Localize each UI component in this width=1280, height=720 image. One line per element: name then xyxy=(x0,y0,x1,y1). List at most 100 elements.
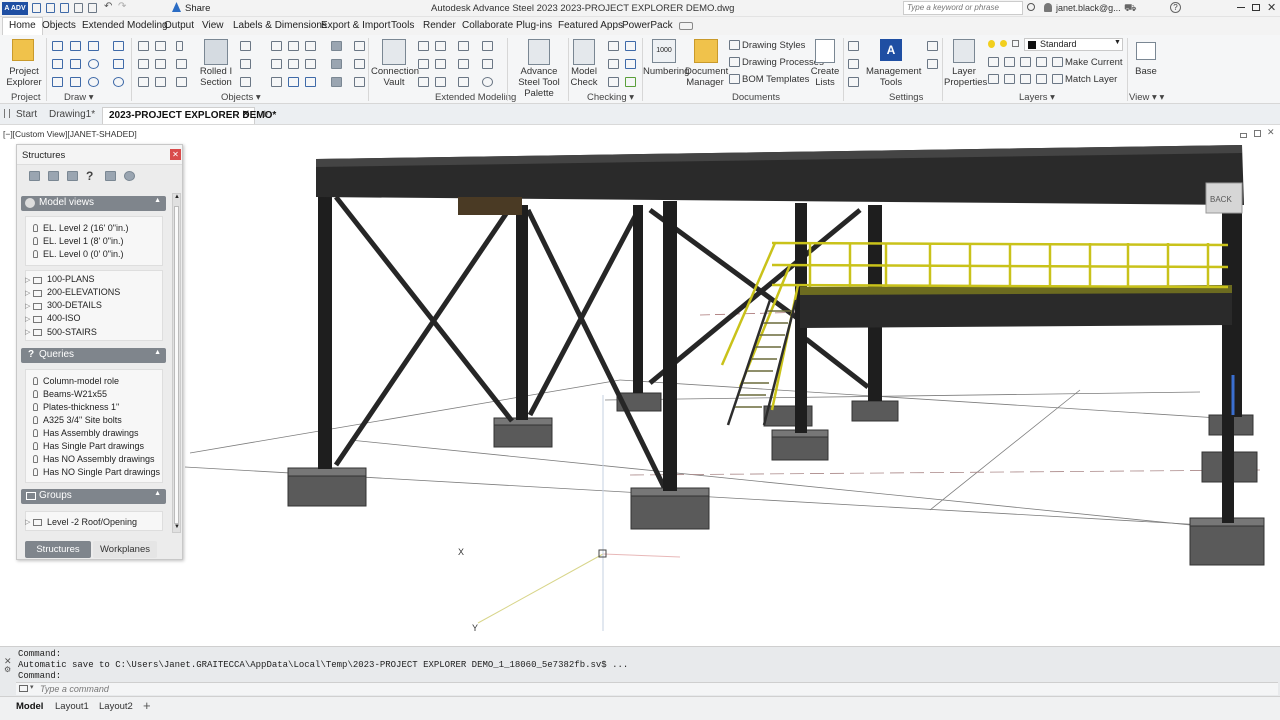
collapse-icon[interactable]: ▲ xyxy=(154,197,161,204)
grid-object-icon[interactable] xyxy=(138,77,149,87)
list-item[interactable]: EL. Level 1 (8' 0"in.) xyxy=(43,236,123,246)
tool-c-icon[interactable] xyxy=(354,77,365,87)
tab-featured-apps[interactable]: Featured Apps xyxy=(558,20,623,31)
miter-icon[interactable] xyxy=(331,59,342,69)
check-d-icon[interactable] xyxy=(625,59,636,69)
save-icon[interactable] xyxy=(60,3,69,13)
plate-rect-icon[interactable] xyxy=(271,41,282,51)
settings-c-icon[interactable] xyxy=(927,41,938,51)
tab-collaborate[interactable]: Collaborate xyxy=(462,20,513,31)
tool-a-icon[interactable] xyxy=(354,41,365,51)
settings-d-icon[interactable] xyxy=(927,59,938,69)
stud-icon[interactable] xyxy=(271,77,282,87)
connect-icon[interactable] xyxy=(288,77,299,87)
plate-split-icon[interactable] xyxy=(305,41,316,51)
tool-palette-button[interactable]: Advance Steel Tool Palette xyxy=(510,66,568,99)
layer-d-icon[interactable] xyxy=(1036,57,1047,67)
spline-icon[interactable] xyxy=(70,41,81,51)
plot-icon[interactable] xyxy=(88,3,97,13)
check-f-icon[interactable] xyxy=(625,77,636,87)
folder-item[interactable]: 300-DETAILS xyxy=(47,300,102,310)
document-manager-button[interactable]: Document Manager xyxy=(685,66,728,88)
weld-icon[interactable] xyxy=(176,77,187,87)
chevron-down-icon[interactable]: ▾ xyxy=(30,683,34,691)
query-item[interactable]: Has Single Part drawings xyxy=(43,441,144,451)
polyline2-icon[interactable] xyxy=(70,59,81,69)
new-tab-icon[interactable]: + xyxy=(261,106,269,121)
ribbon-options-icon[interactable] xyxy=(679,22,693,30)
panel-scrollbar[interactable]: ▲ ▼ xyxy=(172,193,181,533)
curved-beam-icon[interactable] xyxy=(138,59,149,69)
circle-icon[interactable] xyxy=(88,59,99,69)
sun-icon[interactable] xyxy=(1000,40,1007,47)
tool-b-icon[interactable] xyxy=(354,59,365,69)
tab-extended-modeling[interactable]: Extended Modeling xyxy=(82,20,168,31)
folder-item[interactable]: 500-STAIRS xyxy=(47,327,97,337)
management-tools-button[interactable]: Management Tools xyxy=(866,66,921,88)
bom-templates-button[interactable]: BOM Templates xyxy=(742,74,809,85)
tab-layout2[interactable]: Layout2 xyxy=(99,701,133,712)
tool-palette-icon[interactable] xyxy=(528,39,550,65)
layer-h-icon[interactable] xyxy=(1036,74,1047,84)
make-current-button[interactable]: Make Current xyxy=(1065,57,1123,68)
structure-a-icon[interactable] xyxy=(29,171,40,181)
bracing-icon[interactable] xyxy=(176,59,187,69)
settings-a-icon[interactable] xyxy=(848,59,859,69)
bom-templates-icon[interactable] xyxy=(729,74,740,84)
model-check-icon[interactable] xyxy=(573,39,595,65)
query-item[interactable]: Has Assembly drawings xyxy=(43,428,139,438)
command-prompt-icon[interactable] xyxy=(19,685,28,692)
command-input-box[interactable]: ▾ Type a command xyxy=(16,682,1278,695)
panel-close-icon[interactable]: ✕ xyxy=(170,149,181,160)
column-icon[interactable] xyxy=(176,41,183,51)
tab-layout1[interactable]: Layout1 xyxy=(55,701,89,712)
open-file-icon[interactable] xyxy=(46,3,55,13)
numbering-button[interactable]: Numbering xyxy=(643,66,689,77)
connection-vault-icon[interactable] xyxy=(382,39,406,65)
lock-icon[interactable] xyxy=(1012,40,1019,47)
plate-polygon-icon[interactable] xyxy=(240,41,251,51)
layer-g-icon[interactable] xyxy=(1020,74,1031,84)
folder-item[interactable]: 100-PLANS xyxy=(47,274,95,284)
layer-e-icon[interactable] xyxy=(988,74,999,84)
search-input[interactable]: Type a keyword or phrase xyxy=(907,3,999,12)
share-icon[interactable] xyxy=(172,2,181,12)
check-b-icon[interactable] xyxy=(625,41,636,51)
base-button[interactable]: Base xyxy=(1132,66,1160,77)
app-logo[interactable]: A ADV xyxy=(2,2,28,15)
layer-a-icon[interactable] xyxy=(988,57,999,67)
grid-icon[interactable] xyxy=(113,41,124,51)
check-c-icon[interactable] xyxy=(608,59,619,69)
command-input[interactable]: Type a command xyxy=(40,684,109,694)
rectangle-icon[interactable] xyxy=(70,77,81,87)
ext-k-icon[interactable] xyxy=(458,77,469,87)
cope-icon[interactable] xyxy=(240,59,251,69)
ext-a-icon[interactable] xyxy=(418,41,429,51)
list-item[interactable]: EL. Level 2 (16' 0"in.) xyxy=(43,223,128,233)
help-icon[interactable]: ? xyxy=(1170,2,1181,13)
query-icon[interactable]: ? xyxy=(86,169,93,183)
polyline-icon[interactable] xyxy=(52,41,63,51)
bolt-icon[interactable] xyxy=(155,77,166,87)
ext-f-icon[interactable] xyxy=(435,59,446,69)
tab-output[interactable]: Output xyxy=(164,20,194,31)
model-check-button[interactable]: Model Check xyxy=(569,66,599,88)
model-views-header[interactable]: Model views ▲ xyxy=(21,196,166,211)
ext-j-icon[interactable] xyxy=(435,77,446,87)
match-layer-icon[interactable] xyxy=(1052,74,1063,84)
layer-b-icon[interactable] xyxy=(1004,57,1015,67)
new-file-icon[interactable] xyxy=(32,3,41,13)
tab-view[interactable]: View xyxy=(202,20,224,31)
chamfer-icon[interactable] xyxy=(288,59,299,69)
tab-tools[interactable]: Tools xyxy=(391,20,414,31)
user-icon[interactable] xyxy=(1044,3,1052,12)
tab-drawing1[interactable]: Drawing1* xyxy=(43,107,101,124)
hole-icon[interactable] xyxy=(305,59,316,69)
check-e-icon[interactable] xyxy=(608,77,619,87)
tab-powerpack[interactable]: PowerPack xyxy=(622,20,673,31)
query-item[interactable]: Column-model role xyxy=(43,376,119,386)
tab-labels-dimensions[interactable]: Labels & Dimensions xyxy=(233,20,327,31)
ext-d-icon[interactable] xyxy=(482,41,493,51)
layer-c-icon[interactable] xyxy=(1020,57,1031,67)
folder-item[interactable]: 400-ISO xyxy=(47,313,81,323)
